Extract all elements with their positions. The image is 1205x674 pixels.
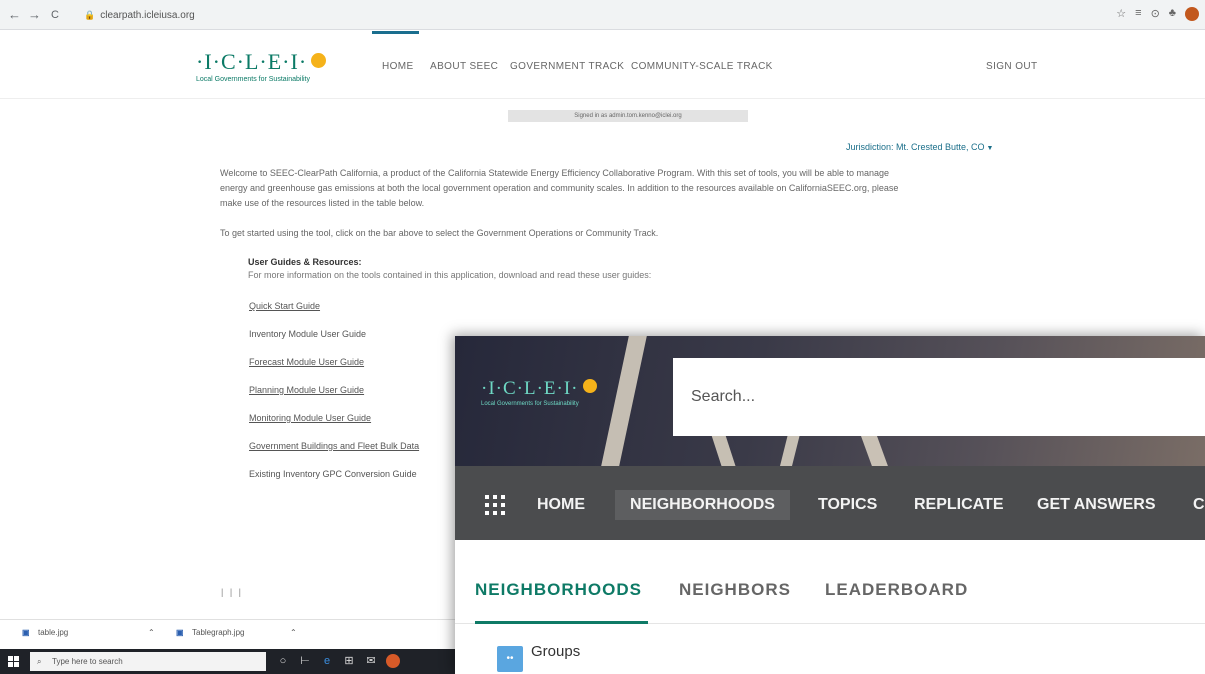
guide-link-monitoring[interactable]: Monitoring Module User Guide [249, 413, 371, 423]
community-nav-neighborhoods[interactable]: NEIGHBORHOODS [615, 490, 790, 520]
groups-heading[interactable]: Groups [531, 643, 580, 660]
community-nav-topics[interactable]: TOPICS [818, 490, 877, 520]
chevron-up-icon[interactable]: ⌃ [290, 628, 297, 637]
search-placeholder: Search... [691, 388, 756, 405]
url-text: clearpath.icleiusa.org [100, 10, 195, 21]
guides-description: For more information on the tools contai… [248, 270, 652, 280]
downloads-bar: ▣ table.jpg ⌃ ▣ Tablegraph.jpg ⌃ [0, 619, 455, 649]
bookmark-star-icon[interactable]: ☆ [1116, 7, 1126, 21]
app-launcher-grid-icon[interactable] [485, 495, 505, 515]
guide-link-gpc-conversion[interactable]: Existing Inventory GPC Conversion Guide [249, 469, 417, 479]
file-icon: ▣ [176, 628, 184, 637]
guide-link-planning[interactable]: Planning Module User Guide [249, 385, 364, 395]
edge-browser-icon[interactable]: e [320, 654, 334, 668]
groups-icon: •• [497, 646, 523, 672]
download-item-2[interactable]: Tablegraph.jpg [192, 628, 244, 637]
extension-icon[interactable]: ♣ [1169, 7, 1176, 21]
jurisdiction-selector[interactable]: Jurisdiction: Mt. Crested Butte, CO ▼ [846, 142, 993, 152]
task-view-icon[interactable]: ○ [276, 654, 290, 668]
chrome-icon[interactable] [386, 654, 400, 668]
mail-icon[interactable]: ✉ [364, 654, 378, 668]
search-icon: ⌕ [37, 657, 42, 666]
guides-heading: User Guides & Resources: [248, 257, 362, 267]
signed-in-banner: Signed in as admin.tom.kenno@iclei.org [508, 110, 748, 122]
file-explorer-icon[interactable]: ⊢ [298, 654, 312, 668]
welcome-line: energy and greenhouse gas emissions at b… [220, 183, 899, 193]
back-arrow-icon[interactable]: ← [8, 7, 21, 23]
community-nav-get-answers[interactable]: GET ANSWERS [1037, 490, 1156, 520]
reload-icon[interactable]: C [51, 7, 59, 23]
tab-leaderboard[interactable]: LEADERBOARD [825, 580, 968, 600]
nav-community-track[interactable]: COMMUNITY-SCALE TRACK [631, 61, 773, 72]
iclei-logo[interactable]: ·I·C·L·E·I· Local Governments for Sustai… [481, 378, 597, 407]
address-bar[interactable]: 🔒 clearpath.icleiusa.org [84, 6, 1174, 24]
guide-link-government-buildings[interactable]: Government Buildings and Fleet Bulk Data [249, 441, 419, 451]
welcome-line: Welcome to SEEC-ClearPath California, a … [220, 168, 889, 178]
file-icon: ▣ [22, 628, 30, 637]
book-spine-decoration [601, 336, 647, 466]
community-nav-bar: HOME NEIGHBORHOODS TOPICS REPLICATE GET … [455, 466, 1205, 540]
extension-icons: ☆ ≡ ⊙ ♣ [1116, 7, 1199, 21]
windows-taskbar: ⌕ Type here to search ○ ⊢ e ⊞ ✉ [0, 649, 455, 674]
nav-home[interactable]: HOME [382, 61, 414, 72]
taskbar-search-input[interactable]: ⌕ Type here to search [30, 652, 266, 671]
active-nav-indicator [372, 31, 419, 34]
taskbar-search-placeholder: Type here to search [52, 657, 123, 666]
community-nav-replicate[interactable]: REPLICATE [914, 490, 1003, 520]
community-site-overlay: ·I·C·L·E·I· Local Governments for Sustai… [455, 336, 1205, 674]
browser-toolbar: ← → C 🔒 clearpath.icleiusa.org ☆ ≡ ⊙ ♣ [0, 0, 1205, 30]
iclei-logo[interactable]: ·I·C·L·E·I· Local Governments for Sustai… [196, 49, 327, 83]
sun-icon [311, 53, 327, 68]
guide-link-inventory[interactable]: Inventory Module User Guide [249, 329, 366, 339]
community-search-input[interactable]: Search... [673, 358, 1205, 436]
community-tabs: NEIGHBORHOODS NEIGHBORS LEADERBOARD [455, 540, 1205, 624]
hero-banner: ·I·C·L·E·I· Local Governments for Sustai… [455, 336, 1205, 466]
community-nav-home[interactable]: HOME [537, 490, 585, 520]
nav-government-track[interactable]: GOVERNMENT TRACK [510, 61, 624, 72]
nav-about-seec[interactable]: ABOUT SEEC [430, 61, 498, 72]
download-item-1[interactable]: table.jpg [38, 628, 68, 637]
get-started-text: To get started using the tool, click on … [220, 228, 659, 238]
forward-arrow-icon[interactable]: → [28, 7, 41, 23]
sign-out-link[interactable]: SIGN OUT [986, 61, 1038, 72]
chevron-up-icon[interactable]: ⌃ [148, 628, 155, 637]
community-nav-truncated[interactable]: C [1193, 490, 1205, 520]
lock-icon: 🔒 [84, 10, 96, 20]
menu-icon[interactable]: ≡ [1135, 7, 1141, 21]
windows-start-icon[interactable] [8, 656, 19, 667]
tab-neighborhoods[interactable]: NEIGHBORHOODS [475, 580, 642, 600]
guide-link-quick-start[interactable]: Quick Start Guide [249, 301, 320, 311]
site-header: ·I·C·L·E·I· Local Governments for Sustai… [0, 31, 1205, 99]
sun-icon [582, 379, 597, 393]
tab-neighbors[interactable]: NEIGHBORS [679, 580, 791, 600]
profile-avatar-icon[interactable] [1185, 7, 1199, 21]
extension-icon[interactable]: ⊙ [1151, 7, 1160, 21]
caret-down-icon: ▼ [986, 145, 994, 152]
groups-section: •• Groups [455, 624, 1205, 674]
pager[interactable]: | | | [221, 587, 243, 597]
store-icon[interactable]: ⊞ [342, 654, 356, 668]
guide-link-forecast[interactable]: Forecast Module User Guide [249, 357, 364, 367]
welcome-line: make use of the resources listed in the … [220, 198, 425, 208]
jurisdiction-label: Jurisdiction: Mt. Crested Butte, CO [846, 142, 985, 152]
